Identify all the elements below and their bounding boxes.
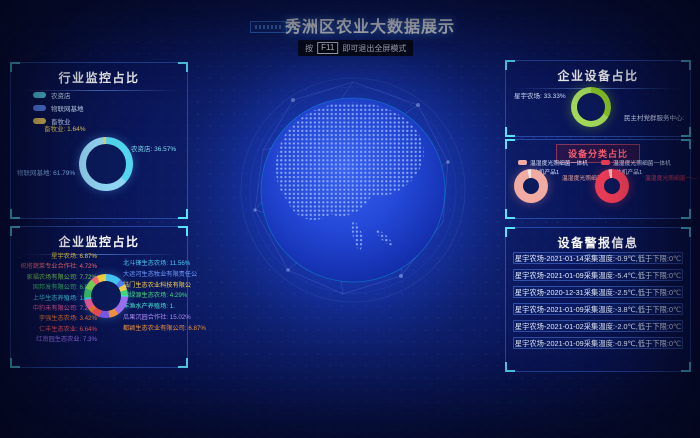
alert-row[interactable]: 星宇农场-2021-01-09采集温度:-5.4℃,低于下限:0℃: [513, 269, 683, 281]
industry-label-store: 农资店: 36.57%: [131, 143, 176, 153]
industry-label-iot: 物联网基地: 61.79%: [17, 167, 75, 177]
enterprise-label: 瓜果沉园合作社: 15.02%: [123, 313, 206, 324]
device-ratio-donut-chart[interactable]: [571, 87, 611, 127]
panel-device-ratio-title: 企业设备占比: [506, 67, 690, 84]
enterprise-label: 大运河生态牧业有限责任公: [123, 270, 206, 281]
enterprise-label: 鸭绿源生态农场: 4.29%: [123, 291, 206, 302]
enterprise-label: 祝塔蔬菜专业合作社: 4.72%: [20, 262, 97, 272]
category-side-label-right: 温湿度光照细菌一—: [645, 173, 697, 182]
alert-row[interactable]: 星宇农场-2021-01-02采集温度:-2.0℃,低于下限:0℃: [513, 320, 683, 332]
panel-industry-ratio: 行业监控占比 农资店 物联网基地 畜牧业 畜牧业: 1.64%: [10, 62, 188, 219]
hint-suffix: 即可退出全屏模式: [342, 43, 406, 54]
alert-row[interactable]: 星宇农场-2021-01-09采集温度:-0.9℃,低于下限:0℃: [513, 337, 683, 349]
industry-label-livestock: 畜牧业: 1.64%: [44, 123, 86, 133]
panel-device-category: 设备分类占比 温湿度光照细菌一体机 温湿度光照细菌一体机 一体机产品1 一体机产…: [505, 139, 691, 219]
panel-alerts-title: 设备警报信息: [506, 234, 690, 251]
page-title: 秀洲区农业大数据展示: [0, 13, 700, 37]
panel-device-alerts: 设备警报信息 星宇农场-2021-01-14采集温度:-0.9℃,低于下限:0℃…: [505, 227, 691, 372]
globe-visualization: [233, 70, 473, 310]
panel-enterprise-ratio: 企业监控占比 星宇农场: 6.87% 祝塔蔬菜专业合作社: 4.72% 家福农场…: [10, 226, 188, 368]
legend-label: 温湿度光照细菌一体机: [613, 158, 671, 167]
legend-swatch: [33, 105, 46, 111]
category-legend-right[interactable]: 温湿度光照细菌一体机: [601, 158, 671, 167]
panel-device-ratio: 企业设备占比 星宇农场: 33.33% 民主村党群服务中心:: [505, 60, 691, 137]
category-donut-left[interactable]: [514, 169, 548, 203]
legend-swatch: [33, 92, 46, 98]
enterprise-label: 仁丰生态农业: 6.64%: [39, 325, 97, 335]
alert-row[interactable]: 星宇农场-2021-01-14采集温度:-0.9℃,低于下限:0℃: [513, 252, 683, 264]
fullscreen-hint: 按 F11 即可退出全屏模式: [298, 40, 413, 56]
device-ratio-label-right: 民主村党群服务中心:: [624, 112, 684, 122]
legend-label: 农资店: [51, 90, 71, 100]
category-legend-left[interactable]: 温湿度光照细菌一体机: [518, 158, 588, 167]
enterprise-label: 红南园生态农业: 7.3%: [36, 335, 97, 345]
legend-swatch: [601, 160, 610, 165]
device-ratio-label-left: 星宇农场: 33.33%: [514, 90, 566, 100]
enterprise-labels-right: 北斗锋生态农场: 11.56% 大运河生态牧业有限责任公 陆门生态农业科技有限公…: [123, 259, 206, 335]
enterprise-label: 都颖生态农业有限公司: 6.87%: [123, 324, 206, 335]
industry-legend: 农资店 物联网基地 畜牧业: [33, 90, 84, 126]
panel-industry-title: 行业监控占比: [11, 69, 187, 86]
hint-prefix: 按: [305, 43, 313, 54]
legend-swatch: [518, 160, 527, 165]
legend-label: 温湿度光照细菌一体机: [530, 158, 588, 167]
enterprise-label: 家福农场有限公司: 7.72%: [27, 273, 97, 283]
legend-label: 物联网基地: [51, 103, 84, 113]
legend-item[interactable]: 物联网基地: [33, 103, 84, 113]
f11-key-badge: F11: [317, 42, 338, 54]
enterprise-donut-chart[interactable]: [84, 274, 128, 318]
enterprise-label: 星宇农场: 6.87%: [51, 252, 97, 262]
enterprise-label: 丰渔水产养殖场: 1.: [123, 302, 206, 313]
legend-item[interactable]: 农资店: [33, 90, 84, 100]
enterprise-label: 李强生态农场: 3.42%: [39, 314, 97, 324]
industry-donut-chart[interactable]: [79, 137, 133, 191]
enterprise-label: 北斗锋生态农场: 11.56%: [123, 259, 206, 270]
category-donut-right[interactable]: [595, 169, 629, 203]
enterprise-label: 陆门生态农业科技有限公: [123, 281, 206, 292]
alert-row[interactable]: 星宇农场-2021-01-09采集温度:-3.8℃,低于下限:0℃: [513, 303, 683, 315]
alert-row[interactable]: 星宇农场-2020-12-31采集温度:-2.5℃,低于下限:0℃: [513, 286, 683, 298]
alerts-list: 星宇农场-2021-01-14采集温度:-0.9℃,低于下限:0℃ 星宇农场-2…: [513, 252, 683, 349]
dashboard-root: 秀洲区农业大数据展示 按 F11 即可退出全屏模式 行业监控占比 农资店 物联网…: [0, 0, 700, 438]
panel-enterprise-title: 企业监控占比: [11, 233, 187, 250]
